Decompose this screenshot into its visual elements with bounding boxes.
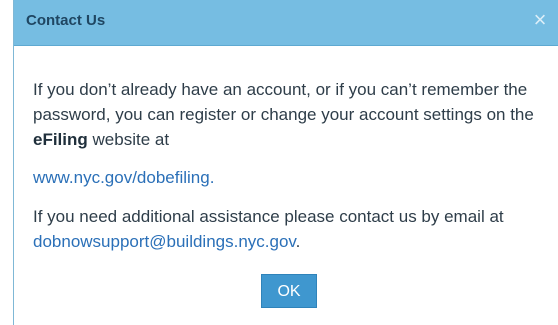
account-help-text: If you don’t already have an account, or… (33, 80, 534, 124)
contact-dialog: Contact Us × If you don’t already have a… (13, 0, 558, 325)
ok-button[interactable]: OK (261, 274, 317, 308)
support-email-link[interactable]: dobnowsupport@buildings.nyc.gov (33, 232, 296, 251)
close-icon[interactable]: × (528, 8, 552, 32)
efiling-website-line: www.nyc.gov/dobefiling. (33, 165, 558, 190)
assistance-paragraph: If you need additional assistance please… (33, 204, 558, 254)
account-help-paragraph: If you don’t already have an account, or… (33, 77, 558, 152)
dialog-body: If you don’t already have an account, or… (33, 77, 558, 254)
assistance-text: If you need additional assistance please… (33, 207, 504, 226)
dialog-title: Contact Us (26, 12, 106, 29)
efiling-website-link[interactable]: www.nyc.gov/dobefiling. (33, 168, 214, 187)
account-help-suffix: website at (87, 130, 170, 149)
assistance-suffix: . (295, 232, 301, 251)
dialog-titlebar: Contact Us × (14, 0, 558, 46)
efiling-name: eFiling (33, 130, 88, 149)
